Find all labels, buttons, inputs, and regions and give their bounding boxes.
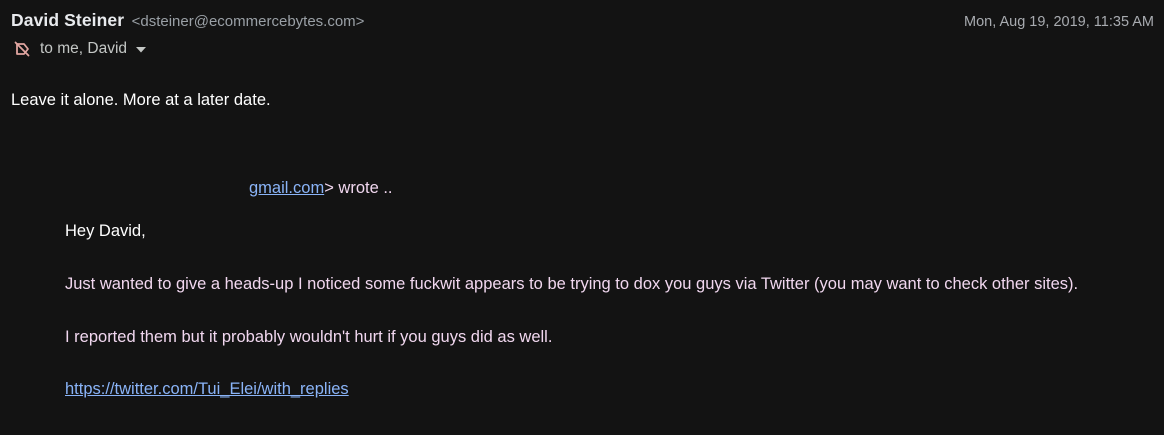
recipients-text: to me, David [40, 40, 128, 57]
label-off-icon[interactable] [13, 40, 31, 58]
recipients-row[interactable]: to me, David [13, 40, 147, 58]
sender-row: David Steiner <dsteiner@ecommercebytes.c… [11, 10, 364, 31]
message-date: Mon, Aug 19, 2019, 11:35 AM [964, 14, 1154, 30]
chevron-down-icon[interactable] [136, 40, 147, 58]
quote-header: gmail.com> wrote .. [249, 179, 393, 198]
email-message: David Steiner <dsteiner@ecommercebytes.c… [0, 0, 1164, 435]
quoted-paragraph-1: Just wanted to give a heads-up I noticed… [65, 275, 1079, 293]
quoted-link-row: https://twitter.com/Tui_Elei/with_replie… [65, 380, 349, 399]
quote-sender-link[interactable]: gmail.com [249, 179, 324, 197]
quoted-greeting: Hey David, [65, 222, 146, 240]
quoted-paragraph-2: I reported them but it probably wouldn't… [65, 328, 553, 346]
quote-header-suffix: > wrote .. [324, 179, 393, 197]
sender-name[interactable]: David Steiner [11, 10, 124, 30]
twitter-link[interactable]: https://twitter.com/Tui_Elei/with_replie… [65, 380, 349, 398]
reply-text: Leave it alone. More at a later date. [11, 91, 271, 109]
sender-email: <dsteiner@ecommercebytes.com> [131, 13, 365, 30]
